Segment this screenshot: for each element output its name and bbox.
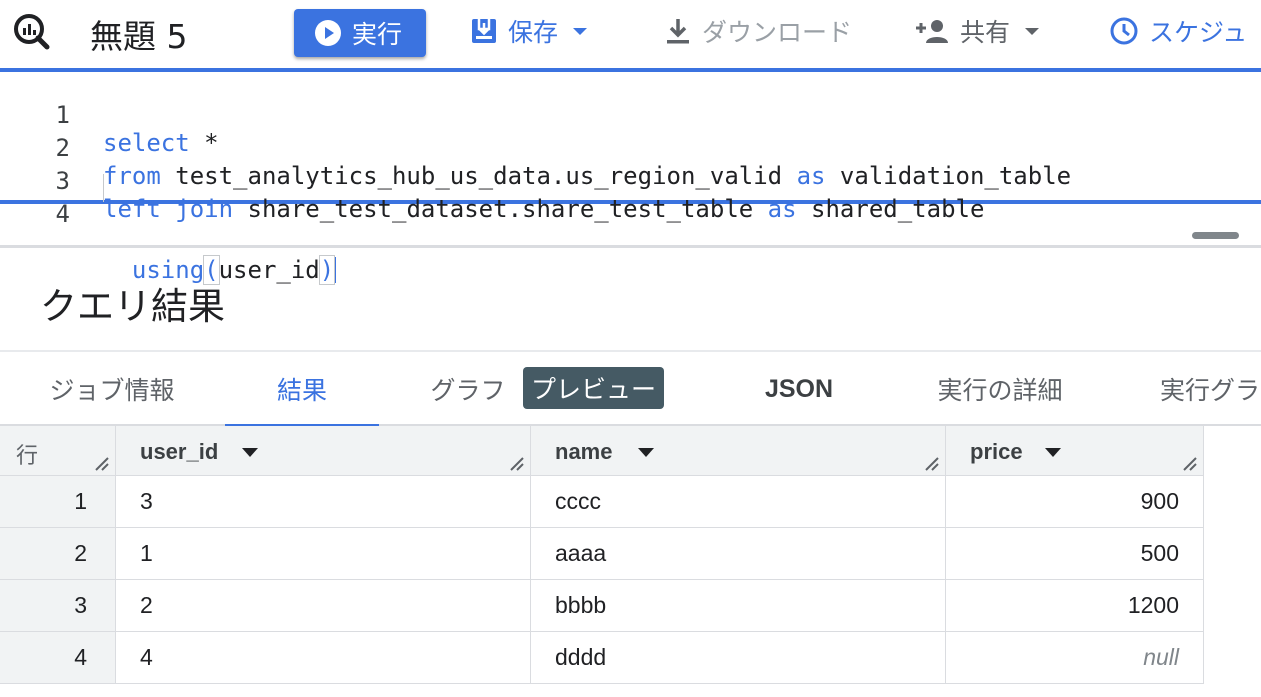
column-resize-icon[interactable]: [508, 455, 524, 471]
toolbar: 無題 5 実行 保存 ダウンロード 共有 スケジュ: [0, 0, 1261, 68]
tab-execution-details[interactable]: 実行の詳細: [920, 352, 1080, 426]
table-cell[interactable]: 1200: [946, 580, 1204, 632]
share-button[interactable]: 共有: [916, 12, 1044, 50]
code-line: 1 select *: [0, 73, 1261, 157]
add-person-icon: [916, 20, 948, 43]
table-cell[interactable]: dddd: [531, 632, 946, 684]
preview-tooltip: プレビュー: [523, 367, 664, 409]
column-resize-icon[interactable]: [923, 455, 939, 471]
row-number-header: 行: [0, 426, 116, 476]
download-button[interactable]: ダウンロード: [664, 12, 852, 50]
results-title: クエリ結果: [40, 285, 225, 328]
text-cursor: [334, 257, 337, 283]
row-number: 2: [0, 528, 116, 580]
table-cell[interactable]: 900: [946, 476, 1204, 528]
sql-editor[interactable]: 1 select * 2 from test_analytics_hub_us_…: [0, 68, 1261, 285]
table-cell[interactable]: bbbb: [531, 580, 946, 632]
save-icon: [472, 19, 496, 43]
indent-guide: [103, 174, 104, 202]
table-cell[interactable]: cccc: [531, 476, 946, 528]
code-line: 3 left join share_test_dataset.share_tes…: [0, 139, 1261, 223]
resize-handle[interactable]: [1192, 232, 1239, 239]
schedule-label: スケジュ: [1149, 18, 1248, 47]
column-header-label: user_id: [140, 439, 219, 464]
column-resize-icon[interactable]: [1181, 455, 1197, 471]
column-header-price[interactable]: price: [946, 426, 1204, 476]
bracket: ): [318, 255, 336, 285]
column-header-user-id[interactable]: user_id: [116, 426, 531, 476]
tab-execution-graph[interactable]: 実行グラ: [1160, 352, 1261, 426]
chevron-down-icon: [1025, 28, 1040, 35]
table-cell[interactable]: aaaa: [531, 528, 946, 580]
query-title[interactable]: 無題 5: [90, 10, 188, 58]
code-line: 4 using(user_id): [0, 172, 1261, 285]
bigquery-logo-icon: [14, 14, 50, 50]
tab-job-info[interactable]: ジョブ情報: [28, 352, 196, 426]
code-token: user_id: [218, 256, 320, 284]
schedule-button[interactable]: スケジュ: [1109, 12, 1247, 50]
line-number: 4: [55, 200, 70, 228]
save-button[interactable]: 保存: [470, 12, 592, 50]
clock-icon: [1110, 17, 1138, 45]
table-cell[interactable]: 1: [116, 528, 531, 580]
download-icon: [667, 19, 689, 44]
column-header-label: price: [970, 439, 1023, 464]
save-label: 保存: [508, 18, 559, 47]
sort-arrow-icon[interactable]: [242, 448, 258, 457]
sort-arrow-icon[interactable]: [1045, 448, 1061, 457]
column-resize-icon[interactable]: [93, 455, 109, 471]
table-cell[interactable]: 3: [116, 476, 531, 528]
results-table: 行 user_id name price 1 3 cccc 900 2 1 aa…: [0, 426, 1261, 697]
row-number: 4: [0, 632, 116, 684]
column-header-name[interactable]: name: [531, 426, 946, 476]
download-label: ダウンロード: [702, 18, 853, 47]
tab-results[interactable]: 結果: [225, 352, 379, 428]
table-cell-null[interactable]: null: [946, 632, 1204, 684]
table-cell[interactable]: 2: [116, 580, 531, 632]
run-button[interactable]: 実行: [294, 9, 426, 57]
row-number: 3: [0, 580, 116, 632]
table-cell[interactable]: 500: [946, 528, 1204, 580]
share-label: 共有: [960, 18, 1011, 47]
row-number: 1: [0, 476, 116, 528]
column-header-label: name: [555, 439, 613, 464]
splitter[interactable]: [0, 245, 1261, 248]
run-label: 実行: [352, 20, 403, 49]
row-header-label: 行: [16, 444, 39, 469]
code-line: 2 from test_analytics_hub_us_data.us_reg…: [0, 106, 1261, 190]
tab-chart[interactable]: グラフ: [420, 352, 516, 426]
chevron-down-icon: [573, 28, 588, 35]
play-icon: [315, 20, 341, 46]
table-cell[interactable]: 4: [116, 632, 531, 684]
tab-json[interactable]: JSON: [748, 352, 850, 426]
sort-arrow-icon[interactable]: [638, 448, 654, 457]
